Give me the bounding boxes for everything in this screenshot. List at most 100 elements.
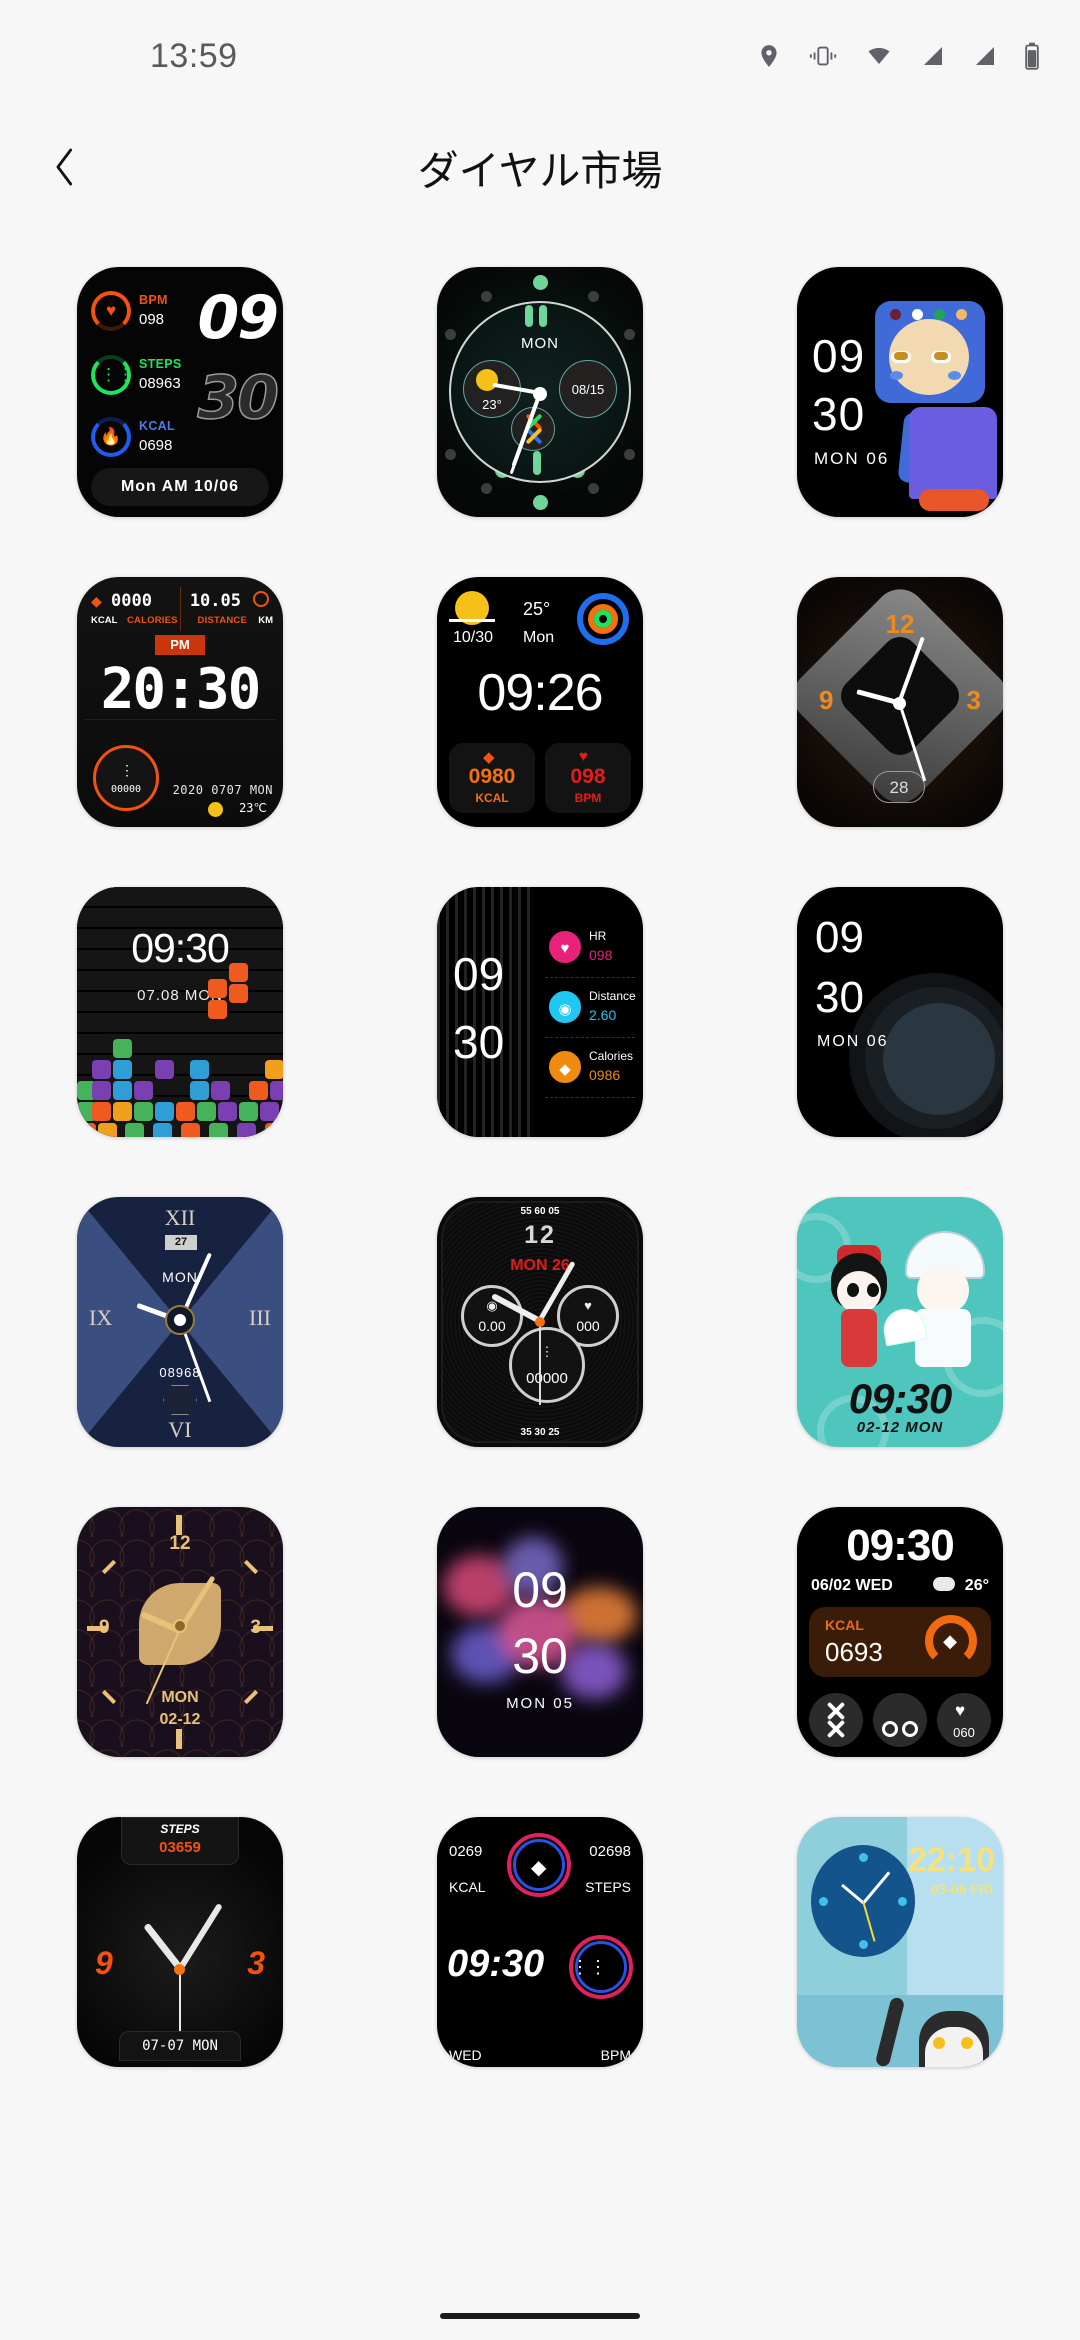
steps-panel: STEPS 03659 xyxy=(121,1817,239,1865)
watch-face-preview-17[interactable]: 0269 KCAL 02698 STEPS ◆ 09:30 ⋮⋮ WED BPM xyxy=(437,1817,643,2067)
watch-face-item[interactable]: XII VI IX III 27 MON 08968 xyxy=(73,1192,288,1452)
hour-tick xyxy=(101,1559,117,1575)
heart-icon: ♥ xyxy=(579,748,588,765)
sun-icon xyxy=(208,802,223,817)
watch-face-item[interactable]: 09 30 ♥ HR 098 ◉ Distance 2.60 ◆ Calorie… xyxy=(433,882,648,1142)
date-label: 06/02 WED xyxy=(811,1577,893,1594)
home-indicator[interactable] xyxy=(440,2313,640,2319)
date-label: 03-06 FRI xyxy=(930,1881,993,1897)
watch-face-item[interactable]: 0269 KCAL 02698 STEPS ◆ 09:30 ⋮⋮ WED BPM xyxy=(433,1812,648,2072)
steps-label: STEPS xyxy=(585,1879,631,1895)
back-button[interactable] xyxy=(10,112,120,222)
watch-face-preview-18[interactable]: 22:10 03-06 FRI xyxy=(797,1817,1003,2067)
time-display: 09:30 xyxy=(131,925,230,971)
temperature-value: 23° xyxy=(482,397,502,412)
watch-face-preview-4[interactable]: ◆ 0000 KCAL CALORIES 10.05 DISTANCE KM P… xyxy=(77,577,283,827)
watch-face-preview-11[interactable]: 55 60 05 35 30 25 12 MON 26 ◉ 0.00 ♥ 000… xyxy=(437,1197,643,1447)
watch-face-item[interactable]: 12 9 3 28 xyxy=(793,572,1008,832)
watch-face-item[interactable]: 09:30 06/02 WED 26° KCAL 0693 ◆ ♥ 060 xyxy=(793,1502,1008,1762)
marker-9: IX xyxy=(89,1305,113,1330)
clock-dot xyxy=(819,1897,828,1906)
bpm-card: ♥ 098 BPM xyxy=(545,743,631,813)
watch-face-preview-5[interactable]: 25° 10/30 Mon 09:26 ◆ 0980 KCAL ♥ 098 BP… xyxy=(437,577,643,827)
watch-face-item[interactable]: ♥ BPM 098 ⋮⋮ STEPS 08963 🔥 KCAL 0698 09 … xyxy=(73,262,288,522)
steps-value: 03659 xyxy=(159,1839,201,1856)
tetris-block xyxy=(153,1123,172,1137)
watch-face-item[interactable]: ◆ 0000 KCAL CALORIES 10.05 DISTANCE KM P… xyxy=(73,572,288,832)
watch-face-item[interactable]: 55 60 05 35 30 25 12 MON 26 ◉ 0.00 ♥ 000… xyxy=(433,1192,648,1452)
cycling-icon xyxy=(902,1721,918,1737)
date-label: MON 06 xyxy=(814,449,890,468)
tetris-block xyxy=(155,1060,174,1079)
hour-digits: 09 xyxy=(453,948,505,1000)
tetris-block xyxy=(176,1102,195,1121)
hand-hub xyxy=(893,697,906,710)
watch-face-item[interactable]: 09:30 07.08 MON xyxy=(73,882,288,1142)
watch-face-preview-2[interactable]: MON 23° 08/15 xyxy=(437,267,643,517)
watch-face-preview-12[interactable]: 09:30 02-12 MON xyxy=(797,1197,1003,1447)
kcal-label: KCAL xyxy=(449,1879,486,1895)
watch-face-item[interactable]: 09:30 02-12 MON xyxy=(793,1192,1008,1452)
opera-man-face xyxy=(917,1265,969,1315)
date-subdial: 08/15 xyxy=(559,360,617,418)
watch-face-item[interactable]: 12 9 3 MON 02-12 xyxy=(73,1502,288,1762)
character-body xyxy=(909,407,997,499)
hr-tile: ♥ 060 xyxy=(937,1693,991,1747)
activity-ring-inner xyxy=(594,610,612,628)
watch-face-preview-16[interactable]: STEPS 03659 9 3 07-07 MON xyxy=(77,1817,283,2067)
calories-label: Calories xyxy=(589,1049,634,1063)
watch-face-preview-6[interactable]: 12 9 3 28 xyxy=(797,577,1003,827)
system-nav-bar xyxy=(0,2292,1080,2340)
watch-face-item[interactable]: 09 30 MON 05 xyxy=(433,1502,648,1762)
character-pupil xyxy=(934,352,948,360)
watch-face-preview-10[interactable]: XII VI IX III 27 MON 08968 xyxy=(77,1197,283,1447)
watch-face-preview-13[interactable]: 12 9 3 MON 02-12 xyxy=(77,1507,283,1757)
temperature-value: 23℃ xyxy=(239,801,267,815)
signal-icon xyxy=(972,44,998,68)
hour-marker xyxy=(533,275,548,290)
date-label: 02-12 xyxy=(159,1711,201,1728)
watch-face-preview-1[interactable]: ♥ BPM 098 ⋮⋮ STEPS 08963 🔥 KCAL 0698 09 … xyxy=(77,267,283,517)
watch-face-preview-8[interactable]: 09 30 ♥ HR 098 ◉ Distance 2.60 ◆ Calorie… xyxy=(437,887,643,1137)
flame-icon: ◆ xyxy=(549,1051,581,1083)
divider xyxy=(545,1097,635,1098)
watch-face-item[interactable]: STEPS 03659 9 3 07-07 MON xyxy=(73,1812,288,2072)
watch-face-preview-7[interactable]: 09:30 07.08 MON xyxy=(77,887,283,1137)
time-display: 09:30 xyxy=(447,1943,545,1985)
flame-icon: ◆ xyxy=(531,1857,547,1879)
date-pill: Mon AM 10/06 xyxy=(91,468,269,506)
tetris-block xyxy=(113,1039,132,1058)
watch-face-preview-9[interactable]: 09 30 MON 06 xyxy=(797,887,1003,1137)
tetris-block xyxy=(92,1102,111,1121)
watch-face-item[interactable]: 22:10 03-06 FRI xyxy=(793,1812,1008,2072)
watch-face-item[interactable]: MON 23° 08/15 xyxy=(433,262,648,522)
tetris-block xyxy=(208,979,227,998)
tetris-block xyxy=(197,1102,216,1121)
tetris-block xyxy=(181,1123,200,1137)
tetris-block xyxy=(77,1123,96,1137)
watch-face-item[interactable]: 09 30 MON 06 xyxy=(793,882,1008,1142)
date-label: 02-12 MON xyxy=(856,1419,944,1436)
marker-9: 9 xyxy=(95,1945,113,1981)
watch-face-preview-3[interactable]: 09 30 MON 06 xyxy=(797,267,1003,517)
wall-clock xyxy=(811,1845,915,1957)
temperature-value: 26° xyxy=(964,1577,989,1594)
tetris-block xyxy=(211,1081,230,1100)
second-hand xyxy=(539,1321,541,1405)
steps-label: STEPS xyxy=(139,357,182,371)
marker-3: 3 xyxy=(966,685,981,715)
watch-face-item[interactable]: 09 30 MON 06 xyxy=(793,262,1008,522)
location-icon xyxy=(756,41,782,71)
hand-hub xyxy=(174,1964,185,1975)
location-icon: ◉ xyxy=(549,991,581,1023)
marker-9: 9 xyxy=(819,685,834,715)
watch-face-item[interactable]: 25° 10/30 Mon 09:26 ◆ 0980 KCAL ♥ 098 BP… xyxy=(433,572,648,832)
weekday-label: MON xyxy=(521,335,559,352)
time-display: 20:30 xyxy=(100,657,262,722)
steps-value: 08963 xyxy=(139,375,181,392)
stripe-pattern xyxy=(437,887,533,1137)
watch-face-preview-14[interactable]: 09 30 MON 05 xyxy=(437,1507,643,1757)
watch-face-preview-15[interactable]: 09:30 06/02 WED 26° KCAL 0693 ◆ ♥ 060 xyxy=(797,1507,1003,1757)
kcal-value: 0000 xyxy=(111,591,152,611)
heart-icon: ♥ xyxy=(549,931,581,963)
